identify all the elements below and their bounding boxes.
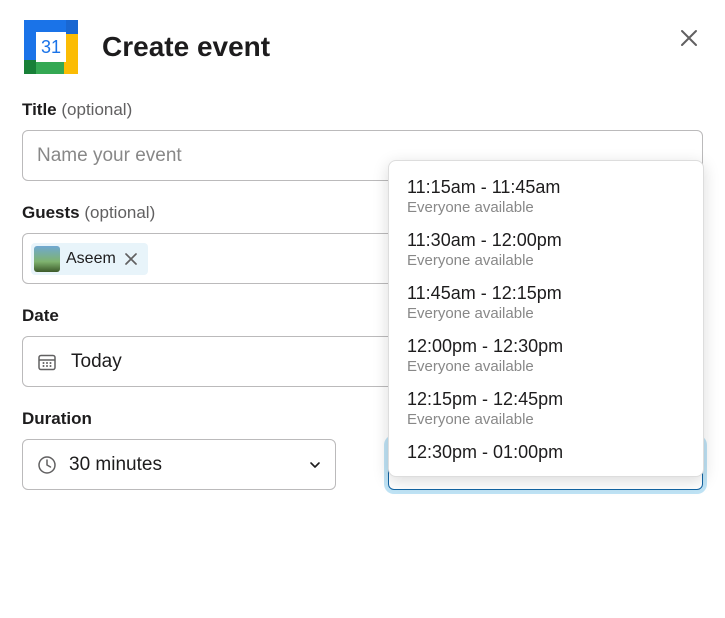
time-range: 11:45am - 12:15pm bbox=[407, 283, 685, 304]
title-label: Title (optional) bbox=[22, 100, 703, 120]
close-button[interactable] bbox=[677, 26, 701, 50]
guest-name: Aseem bbox=[66, 250, 116, 268]
guest-remove-button[interactable] bbox=[122, 250, 140, 268]
time-range: 12:00pm - 12:30pm bbox=[407, 336, 685, 357]
time-option[interactable]: 12:00pm - 12:30pm Everyone available bbox=[389, 330, 703, 383]
guests-optional: (optional) bbox=[84, 203, 155, 222]
time-option[interactable]: 11:30am - 12:00pm Everyone available bbox=[389, 224, 703, 277]
clock-icon bbox=[37, 455, 57, 475]
time-range: 12:15pm - 12:45pm bbox=[407, 389, 685, 410]
time-availability: Everyone available bbox=[407, 252, 685, 269]
chevron-down-icon bbox=[309, 459, 321, 471]
duration-field-group: Duration 30 minutes bbox=[22, 409, 336, 490]
time-dropdown: 11:15am - 11:45am Everyone available 11:… bbox=[388, 160, 704, 477]
time-option[interactable]: 11:45am - 12:15pm Everyone available bbox=[389, 277, 703, 330]
title-label-text: Title bbox=[22, 100, 57, 119]
title-optional: (optional) bbox=[61, 100, 132, 119]
time-availability: Everyone available bbox=[407, 411, 685, 428]
time-range: 11:30am - 12:00pm bbox=[407, 230, 685, 251]
calendar-icon bbox=[37, 352, 57, 372]
date-value: Today bbox=[71, 351, 122, 373]
time-availability: Everyone available bbox=[407, 199, 685, 216]
modal-header: 31 Create event bbox=[22, 20, 703, 74]
time-option[interactable]: 12:15pm - 12:45pm Everyone available bbox=[389, 383, 703, 436]
modal-title: Create event bbox=[102, 31, 270, 63]
calendar-date-number: 31 bbox=[41, 37, 61, 57]
duration-label: Duration bbox=[22, 409, 336, 429]
duration-select[interactable]: 30 minutes bbox=[22, 439, 336, 490]
guests-label-text: Guests bbox=[22, 203, 80, 222]
close-icon bbox=[124, 252, 138, 266]
duration-value: 30 minutes bbox=[69, 454, 297, 476]
close-icon bbox=[679, 28, 699, 48]
time-range: 11:15am - 11:45am bbox=[407, 177, 685, 198]
google-calendar-icon: 31 bbox=[24, 20, 78, 74]
time-option[interactable]: 11:15am - 11:45am Everyone available bbox=[389, 171, 703, 224]
time-range: 12:30pm - 01:00pm bbox=[407, 442, 685, 463]
time-availability: Everyone available bbox=[407, 358, 685, 375]
time-availability: Everyone available bbox=[407, 305, 685, 322]
time-option[interactable]: 12:30pm - 01:00pm bbox=[389, 436, 703, 466]
guest-chip: Aseem bbox=[31, 243, 148, 275]
avatar bbox=[34, 246, 60, 272]
